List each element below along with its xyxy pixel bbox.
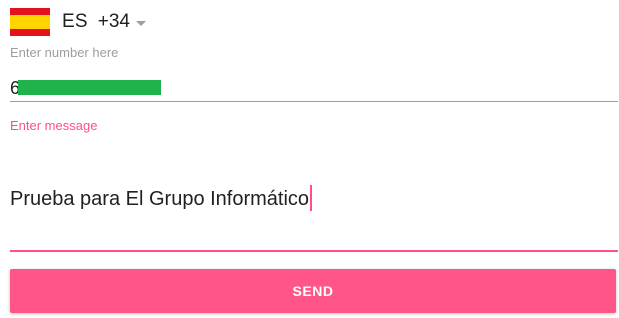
country-code: ES (62, 11, 88, 32)
redaction-block (18, 80, 161, 95)
dial-code: +34 (97, 11, 130, 32)
send-button-label: SEND (292, 283, 334, 299)
number-field-underline (10, 101, 618, 102)
text-cursor (310, 185, 313, 211)
phone-number-input[interactable]: 6 (10, 76, 618, 102)
message-field-label: Enter message (10, 118, 98, 133)
caret-down-icon[interactable] (135, 20, 146, 26)
spain-flag-icon (10, 8, 50, 36)
message-text-wrapper: Prueba para El Grupo Informático (10, 185, 313, 211)
number-field-label: Enter number here (10, 45, 119, 60)
message-field-underline (10, 250, 618, 252)
country-selector[interactable]: ES +34 (10, 6, 146, 38)
send-button[interactable]: SEND (10, 269, 616, 313)
message-value: Prueba para El Grupo Informático (10, 188, 310, 210)
message-input[interactable]: Prueba para El Grupo Informático (10, 178, 618, 252)
